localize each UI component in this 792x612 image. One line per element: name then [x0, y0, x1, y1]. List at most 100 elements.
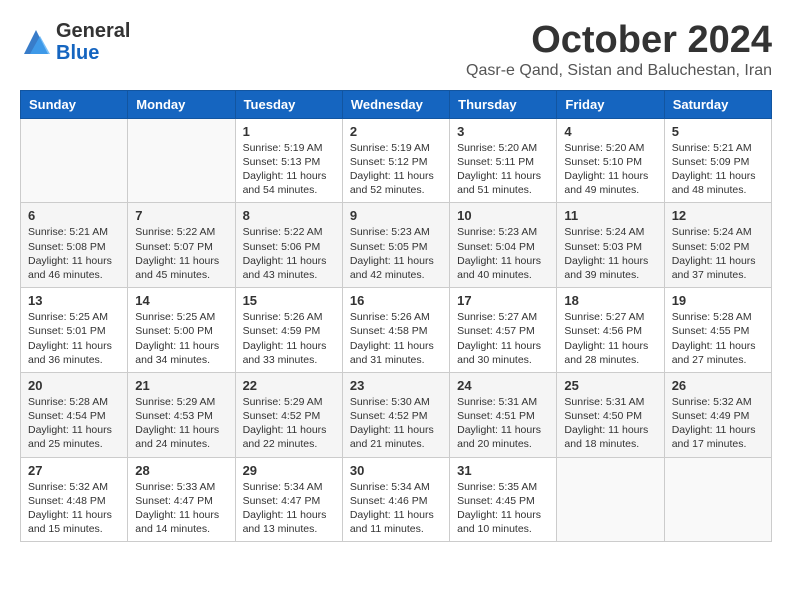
- calendar-cell: 29Sunrise: 5:34 AMSunset: 4:47 PMDayligh…: [235, 457, 342, 542]
- calendar-cell: [21, 118, 128, 203]
- calendar-cell: 18Sunrise: 5:27 AMSunset: 4:56 PMDayligh…: [557, 288, 664, 373]
- weekday-header: Saturday: [664, 90, 771, 118]
- day-info: Sunrise: 5:21 AMSunset: 5:08 PMDaylight:…: [28, 225, 120, 282]
- weekday-header: Monday: [128, 90, 235, 118]
- calendar-cell: 19 Sunrise: 5:28 AMSunset: 4:55 PMDayligh…: [664, 288, 771, 373]
- calendar-week-row: 27 Sunrise: 5:32 AMSunset: 4:48 PMDayligh…: [21, 457, 772, 542]
- day-number: 16: [350, 293, 442, 308]
- day-info: Sunrise: 5:24 AMSunset: 5:03 PMDaylight:…: [564, 225, 656, 282]
- day-info: Sunrise: 5:26 AMSunset: 4:59 PMDaylight:…: [243, 310, 335, 367]
- weekday-header: Wednesday: [342, 90, 449, 118]
- day-info: Sunrise: 5:31 AMSunset: 4:51 PMDaylight:…: [457, 395, 549, 452]
- day-number: 18: [564, 293, 656, 308]
- calendar-week-row: 20 Sunrise: 5:28 AMSunset: 4:54 PMDayligh…: [21, 372, 772, 457]
- day-info: Sunrise: 5:28 AMSunset: 4:54 PMDaylight:…: [28, 395, 120, 452]
- day-info: Sunrise: 5:28 AMSunset: 4:55 PMDaylight:…: [672, 310, 764, 367]
- logo-general: General: [56, 20, 130, 42]
- calendar-cell: 15Sunrise: 5:26 AMSunset: 4:59 PMDayligh…: [235, 288, 342, 373]
- calendar-week-row: 6Sunrise: 5:21 AMSunset: 5:08 PMDaylight…: [21, 203, 772, 288]
- day-number: 20: [28, 378, 120, 393]
- calendar-cell: 8 Sunrise: 5:22 AMSunset: 5:06 PMDaylight…: [235, 203, 342, 288]
- calendar-cell: 7Sunrise: 5:22 AMSunset: 5:07 PMDaylight…: [128, 203, 235, 288]
- day-number: 17: [457, 293, 549, 308]
- weekday-header: Sunday: [21, 90, 128, 118]
- day-info: Sunrise: 5:29 AMSunset: 4:53 PMDaylight:…: [135, 395, 227, 452]
- calendar-cell: 14 Sunrise: 5:25 AMSunset: 5:00 PMDayligh…: [128, 288, 235, 373]
- logo-blue: Blue: [56, 42, 130, 64]
- weekday-header: Tuesday: [235, 90, 342, 118]
- day-number: 10: [457, 208, 549, 223]
- day-number: 31: [457, 463, 549, 478]
- day-number: 1: [243, 124, 335, 139]
- day-number: 25: [564, 378, 656, 393]
- calendar-cell: 12Sunrise: 5:24 AMSunset: 5:02 PMDayligh…: [664, 203, 771, 288]
- day-info: Sunrise: 5:35 AMSunset: 4:45 PMDaylight:…: [457, 480, 549, 537]
- calendar-cell: 13Sunrise: 5:25 AMSunset: 5:01 PMDayligh…: [21, 288, 128, 373]
- calendar-cell: 31 Sunrise: 5:35 AMSunset: 4:45 PMDayligh…: [450, 457, 557, 542]
- day-number: 22: [243, 378, 335, 393]
- day-info: Sunrise: 5:32 AMSunset: 4:48 PMDaylight:…: [28, 480, 120, 537]
- day-info: Sunrise: 5:23 AMSunset: 5:04 PMDaylight:…: [457, 225, 549, 282]
- calendar-cell: 11Sunrise: 5:24 AMSunset: 5:03 PMDayligh…: [557, 203, 664, 288]
- day-number: 23: [350, 378, 442, 393]
- calendar-cell: 3 Sunrise: 5:20 AMSunset: 5:11 PMDaylight…: [450, 118, 557, 203]
- calendar-week-row: 1 Sunrise: 5:19 AMSunset: 5:13 PMDaylight…: [21, 118, 772, 203]
- day-info: Sunrise: 5:30 AMSunset: 4:52 PMDaylight:…: [350, 395, 442, 452]
- day-number: 29: [243, 463, 335, 478]
- calendar-cell: [664, 457, 771, 542]
- calendar-cell: 4 Sunrise: 5:20 AMSunset: 5:10 PMDaylight…: [557, 118, 664, 203]
- day-number: 3: [457, 124, 549, 139]
- calendar-cell: 20 Sunrise: 5:28 AMSunset: 4:54 PMDayligh…: [21, 372, 128, 457]
- calendar-cell: 26Sunrise: 5:32 AMSunset: 4:49 PMDayligh…: [664, 372, 771, 457]
- day-number: 9: [350, 208, 442, 223]
- day-number: 28: [135, 463, 227, 478]
- calendar-cell: 17 Sunrise: 5:27 AMSunset: 4:57 PMDayligh…: [450, 288, 557, 373]
- weekday-header: Thursday: [450, 90, 557, 118]
- day-number: 30: [350, 463, 442, 478]
- calendar-cell: 2 Sunrise: 5:19 AMSunset: 5:12 PMDaylight…: [342, 118, 449, 203]
- day-number: 5: [672, 124, 764, 139]
- day-number: 4: [564, 124, 656, 139]
- day-info: Sunrise: 5:29 AMSunset: 4:52 PMDaylight:…: [243, 395, 335, 452]
- calendar-cell: 27 Sunrise: 5:32 AMSunset: 4:48 PMDayligh…: [21, 457, 128, 542]
- calendar-cell: 10 Sunrise: 5:23 AMSunset: 5:04 PMDayligh…: [450, 203, 557, 288]
- location-title: Qasr-e Qand, Sistan and Baluchestan, Ira…: [466, 62, 772, 80]
- calendar-cell: 5 Sunrise: 5:21 AMSunset: 5:09 PMDaylight…: [664, 118, 771, 203]
- day-number: 8: [243, 208, 335, 223]
- day-number: 7: [135, 208, 227, 223]
- calendar-cell: [557, 457, 664, 542]
- day-number: 14: [135, 293, 227, 308]
- calendar-cell: 16Sunrise: 5:26 AMSunset: 4:58 PMDayligh…: [342, 288, 449, 373]
- calendar-cell: 25 Sunrise: 5:31 AMSunset: 4:50 PMDayligh…: [557, 372, 664, 457]
- calendar-cell: 9Sunrise: 5:23 AMSunset: 5:05 PMDaylight…: [342, 203, 449, 288]
- day-info: Sunrise: 5:32 AMSunset: 4:49 PMDaylight:…: [672, 395, 764, 452]
- day-number: 2: [350, 124, 442, 139]
- day-info: Sunrise: 5:22 AMSunset: 5:06 PMDaylight:…: [243, 225, 335, 282]
- weekday-header-row: SundayMondayTuesdayWednesdayThursdayFrid…: [21, 90, 772, 118]
- day-info: Sunrise: 5:27 AMSunset: 4:57 PMDaylight:…: [457, 310, 549, 367]
- calendar-cell: 24 Sunrise: 5:31 AMSunset: 4:51 PMDayligh…: [450, 372, 557, 457]
- calendar-table: SundayMondayTuesdayWednesdayThursdayFrid…: [20, 90, 772, 542]
- day-info: Sunrise: 5:31 AMSunset: 4:50 PMDaylight:…: [564, 395, 656, 452]
- title-section: October 2024 Qasr-e Qand, Sistan and Bal…: [466, 20, 772, 80]
- day-number: 27: [28, 463, 120, 478]
- calendar-cell: 6Sunrise: 5:21 AMSunset: 5:08 PMDaylight…: [21, 203, 128, 288]
- day-number: 21: [135, 378, 227, 393]
- day-info: Sunrise: 5:34 AMSunset: 4:46 PMDaylight:…: [350, 480, 442, 537]
- day-number: 12: [672, 208, 764, 223]
- day-info: Sunrise: 5:25 AMSunset: 5:01 PMDaylight:…: [28, 310, 120, 367]
- calendar-cell: 28Sunrise: 5:33 AMSunset: 4:47 PMDayligh…: [128, 457, 235, 542]
- day-info: Sunrise: 5:20 AMSunset: 5:10 PMDaylight:…: [564, 141, 656, 198]
- day-info: Sunrise: 5:20 AMSunset: 5:11 PMDaylight:…: [457, 141, 549, 198]
- weekday-header: Friday: [557, 90, 664, 118]
- day-info: Sunrise: 5:21 AMSunset: 5:09 PMDaylight:…: [672, 141, 764, 198]
- calendar-week-row: 13Sunrise: 5:25 AMSunset: 5:01 PMDayligh…: [21, 288, 772, 373]
- calendar-cell: 30 Sunrise: 5:34 AMSunset: 4:46 PMDayligh…: [342, 457, 449, 542]
- day-info: Sunrise: 5:19 AMSunset: 5:12 PMDaylight:…: [350, 141, 442, 198]
- calendar-cell: 23 Sunrise: 5:30 AMSunset: 4:52 PMDayligh…: [342, 372, 449, 457]
- day-info: Sunrise: 5:25 AMSunset: 5:00 PMDaylight:…: [135, 310, 227, 367]
- calendar-cell: [128, 118, 235, 203]
- day-number: 19: [672, 293, 764, 308]
- day-number: 24: [457, 378, 549, 393]
- day-info: Sunrise: 5:19 AMSunset: 5:13 PMDaylight:…: [243, 141, 335, 198]
